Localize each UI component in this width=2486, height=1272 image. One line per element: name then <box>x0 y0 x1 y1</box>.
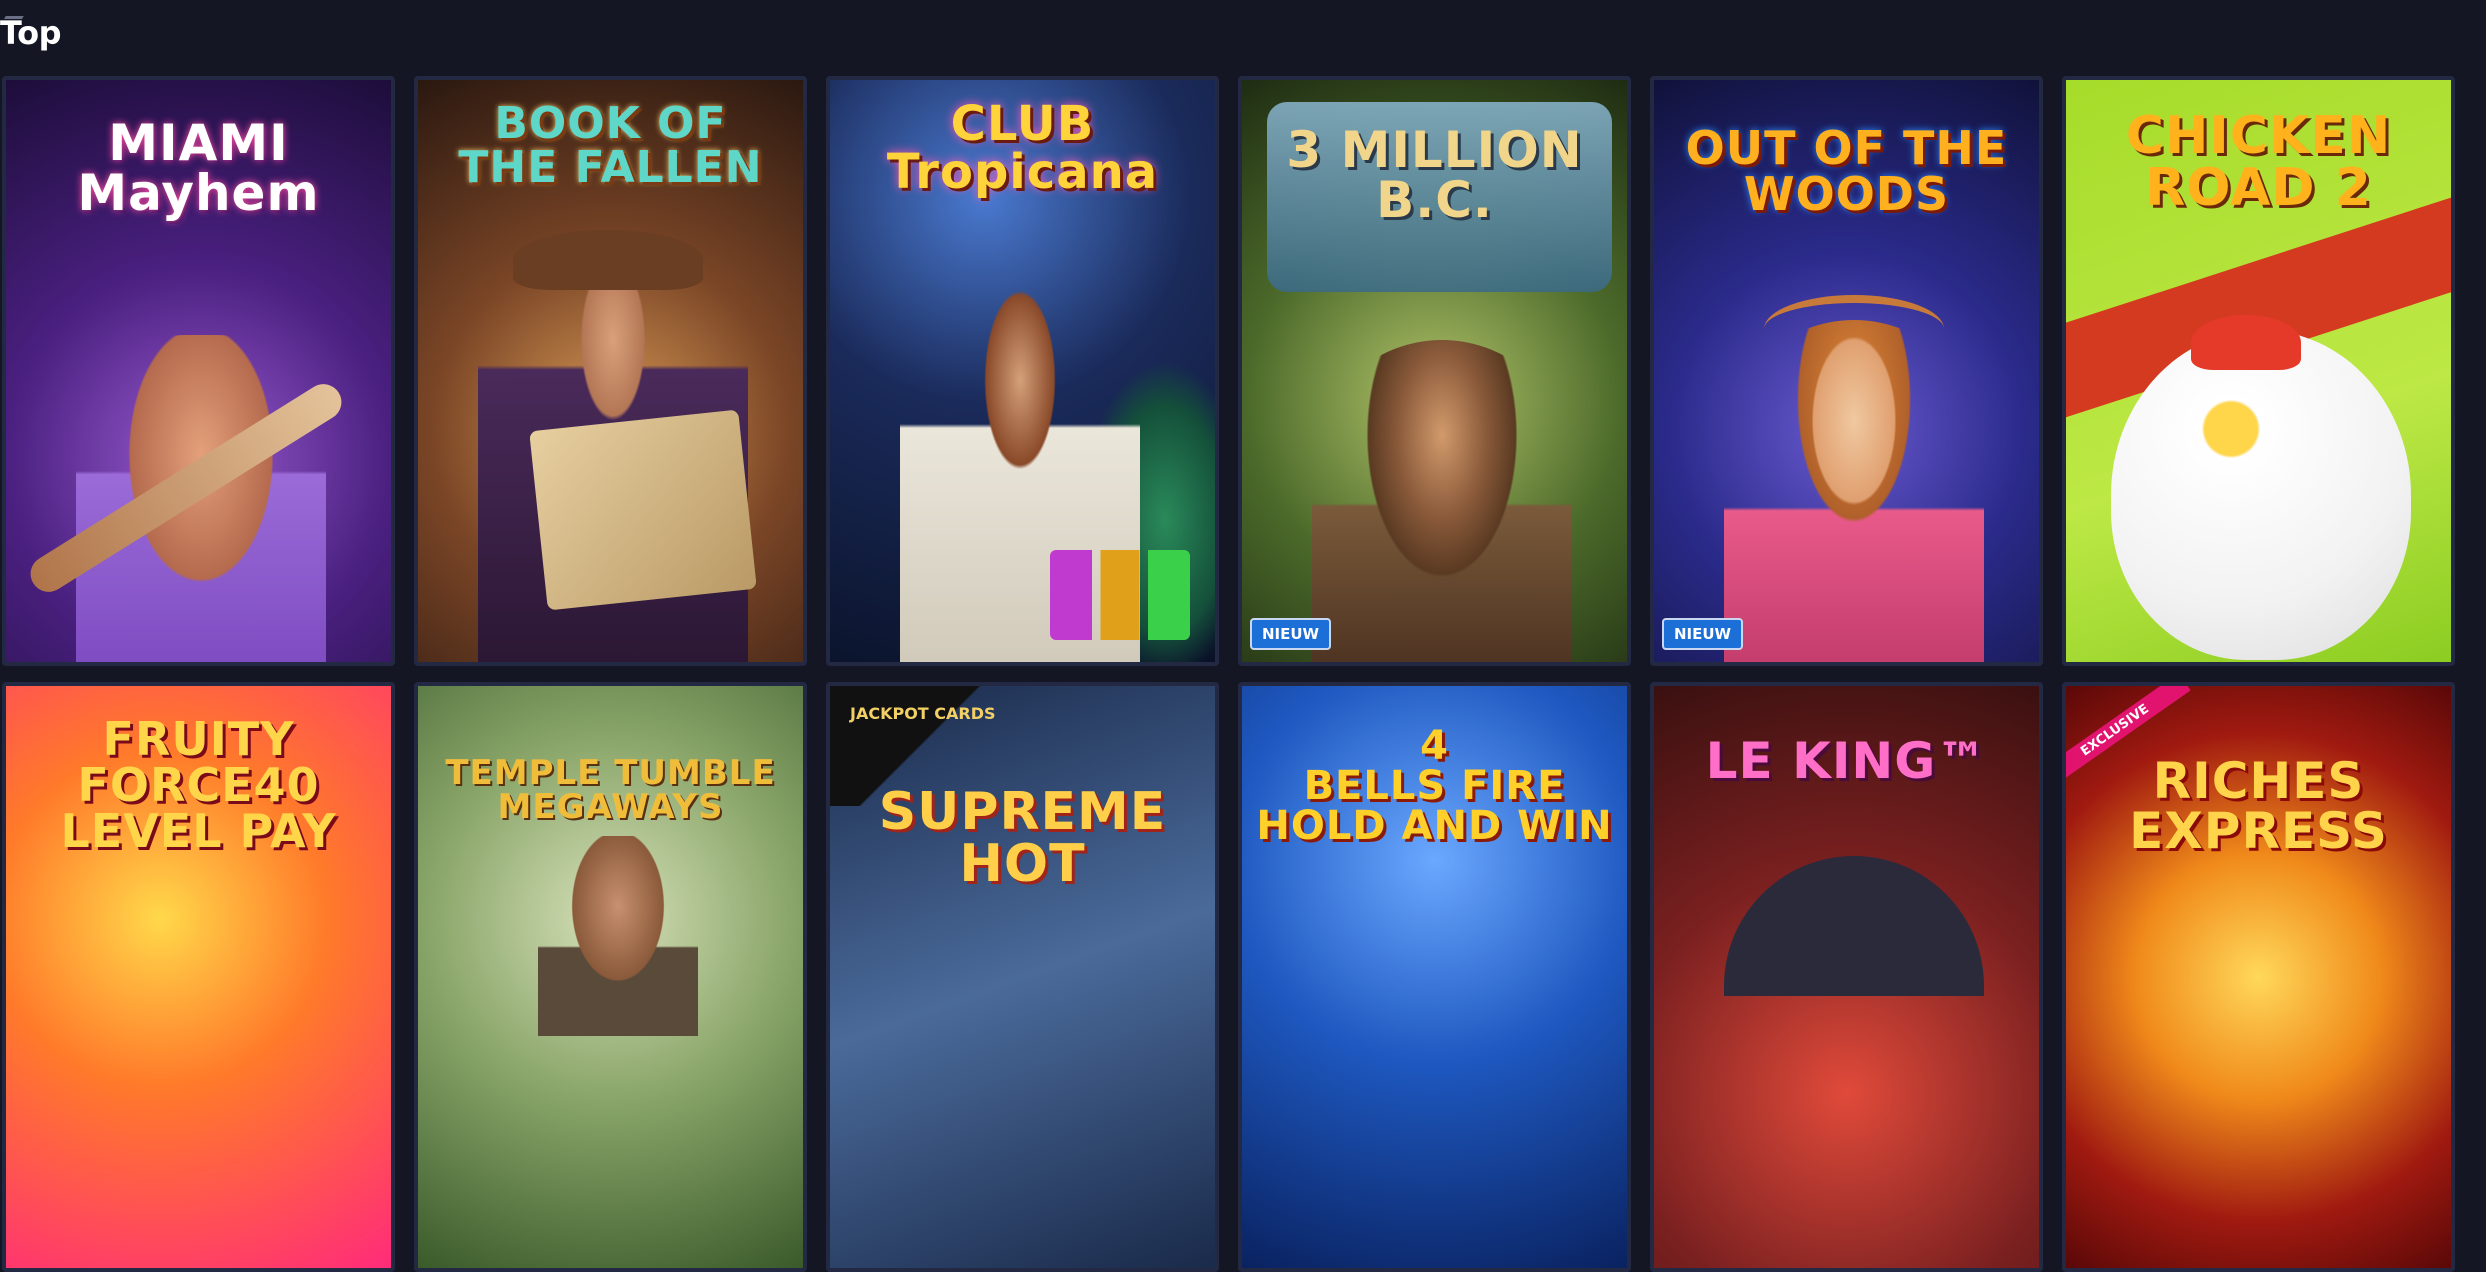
character-figure <box>76 335 326 662</box>
game-tile-book-of-the-fallen[interactable]: BOOK OF THE FALLEN <box>414 76 807 666</box>
cocktail-glasses <box>1050 550 1190 640</box>
game-logo: TEMPLE TUMBLE MEGAWAYS <box>445 753 776 827</box>
map-figure <box>529 409 757 611</box>
game-tile-supreme-hot[interactable]: JACKPOT CARDS SUPREME HOT <box>826 682 1219 1272</box>
game-tile-chicken-road-2[interactable]: CHICKEN ROAD 2 <box>2062 76 2455 666</box>
game-tile-3-million-bc[interactable]: 3 MILLION B.C. NIEUW <box>1238 76 1631 666</box>
game-logo: CLUB Tropicana <box>886 96 1159 200</box>
chicken-comb <box>2191 315 2301 370</box>
game-logo: CHICKEN ROAD 2 <box>2125 106 2392 218</box>
character-figure <box>1312 340 1572 662</box>
antlers <box>1764 295 1944 363</box>
game-tile-club-tropicana[interactable]: CLUB Tropicana <box>826 76 1219 666</box>
game-tile-fruity-force-40[interactable]: FRUITY FORCE40 LEVEL PAY <box>2 682 395 1272</box>
game-tile-miami-mayhem[interactable]: MIAMI Mayhem <box>2 76 395 666</box>
game-logo: 3 MILLION B.C. <box>1286 121 1583 229</box>
section-title: Top <box>0 14 61 52</box>
game-tile-le-king[interactable]: LE KING™ <box>1650 682 2043 1272</box>
jackpot-cards-label: JACKPOT CARDS <box>850 704 996 723</box>
chicken-figure <box>2111 330 2411 660</box>
game-logo: OUT OF THE WOODS <box>1685 121 2008 221</box>
game-logo: BOOK OF THE FALLEN <box>458 98 763 193</box>
character-figure <box>1724 320 1984 662</box>
game-tile-riches-express[interactable]: RICHES EXPRESS EXCLUSIVE <box>2062 682 2455 1272</box>
game-logo: 4 BELLS FIRE HOLD AND WIN <box>1256 723 1613 849</box>
new-badge: NIEUW <box>1662 618 1744 650</box>
game-tile-4-bells-fire[interactable]: 4 BELLS FIRE HOLD AND WIN <box>1238 682 1631 1272</box>
new-badge: NIEUW <box>1250 618 1332 650</box>
game-logo: LE KING™ <box>1705 732 1988 790</box>
game-logo: SUPREME HOT <box>878 782 1167 894</box>
game-logo: MIAMI Mayhem <box>77 114 320 222</box>
game-tile-out-of-the-woods[interactable]: OUT OF THE WOODS NIEUW <box>1650 76 2043 666</box>
game-grid: MIAMI Mayhem BOOK OF THE FALLEN CLUB Tro… <box>2 76 2455 1272</box>
hat-figure <box>513 230 703 290</box>
game-logo: FRUITY FORCE40 LEVEL PAY <box>60 712 337 858</box>
game-logo: RICHES EXPRESS <box>2129 752 2388 860</box>
game-tile-temple-tumble[interactable]: TEMPLE TUMBLE MEGAWAYS <box>414 682 807 1272</box>
character-figure <box>538 836 698 1036</box>
